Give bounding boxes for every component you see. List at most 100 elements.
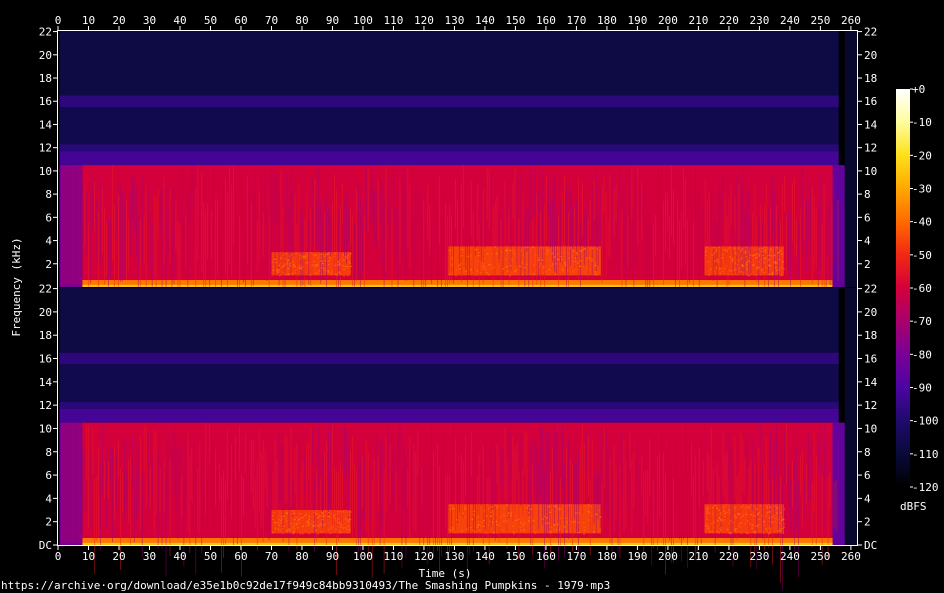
y-tick-label-right: 8 xyxy=(864,188,871,201)
intensity-region xyxy=(59,408,839,423)
y-tick-label-right: 10 xyxy=(864,422,877,435)
x-tick-label-top: 0 xyxy=(55,14,62,27)
x-tick-label-bottom: 160 xyxy=(536,550,556,563)
x-tick-label-bottom: 120 xyxy=(414,550,434,563)
x-tick-label-bottom: 220 xyxy=(719,550,739,563)
intensity-region xyxy=(58,288,60,545)
x-tick-label-top: 250 xyxy=(810,14,830,27)
x-tick-label-top: 170 xyxy=(566,14,586,27)
x-tick-label-bottom: 100 xyxy=(353,550,373,563)
x-tick-label-top: 130 xyxy=(445,14,465,27)
y-tick-label-right: DC xyxy=(864,539,877,552)
channel-2-spectrogram xyxy=(58,288,857,590)
intensity-region xyxy=(59,144,839,152)
y-tick-label-right: 18 xyxy=(864,72,877,85)
y-tick-label-right: 2 xyxy=(864,258,871,271)
y-tick-label-right: 14 xyxy=(864,376,878,389)
y-tick-label-left: 16 xyxy=(39,95,52,108)
x-tick-label-top: 190 xyxy=(627,14,647,27)
x-tick-label-top: 70 xyxy=(265,14,278,27)
colorbar-tick-label: -50 xyxy=(912,249,932,262)
x-tick-label-top: 240 xyxy=(780,14,800,27)
x-tick-label-bottom: 230 xyxy=(749,550,769,563)
intensity-region xyxy=(59,364,839,402)
x-tick-label-bottom: 250 xyxy=(810,550,830,563)
y-tick-label-left: 14 xyxy=(39,118,53,131)
x-tick-label-top: 90 xyxy=(326,14,339,27)
y-tick-label-right: 8 xyxy=(864,446,871,459)
x-tick-label-bottom: 210 xyxy=(688,550,708,563)
x-tick-label-bottom: 60 xyxy=(234,550,247,563)
x-tick-label-bottom: 140 xyxy=(475,550,495,563)
x-tick-label-bottom: 150 xyxy=(506,550,526,563)
y-tick-label-right: 20 xyxy=(864,306,877,319)
spectrogram-figure: 0 0 10 10 20 20 30 30 40 40 50 50 60 60 70 70 80 80 90 90 10… xyxy=(10,14,939,590)
y-tick-label-right: 16 xyxy=(864,95,877,108)
x-tick-label-bottom: 190 xyxy=(627,550,647,563)
x-tick-label-top: 220 xyxy=(719,14,739,27)
y-tick-label-right: 16 xyxy=(864,353,877,366)
x-tick-label-bottom: 260 xyxy=(841,550,861,563)
colorbar-tick-label: -120 xyxy=(912,481,939,494)
x-tick-label-top: 50 xyxy=(204,14,217,27)
x-tick-label-bottom: 90 xyxy=(326,550,339,563)
y-tick-label-left: 18 xyxy=(39,329,52,342)
x-tick-label-top: 40 xyxy=(173,14,186,27)
y-tick-label-right: 22 xyxy=(864,283,877,296)
x-tick-label-bottom: 10 xyxy=(82,550,95,563)
y-tick-label-left: 18 xyxy=(39,72,52,85)
x-tick-label-top: 260 xyxy=(841,14,861,27)
y-tick-label-left: 10 xyxy=(39,165,52,178)
x-tick-label-top: 120 xyxy=(414,14,434,27)
x-tick-label-bottom: 50 xyxy=(204,550,217,563)
colorbar-tick-label: -80 xyxy=(912,348,932,361)
x-tick-label-bottom: 180 xyxy=(597,550,617,563)
y-tick-label-left: 6 xyxy=(45,211,52,224)
x-tick-label-top: 30 xyxy=(143,14,156,27)
y-tick-label-left: 2 xyxy=(45,516,52,529)
x-tick-label-top: 150 xyxy=(506,14,526,27)
y-tick-label-left: 6 xyxy=(45,469,52,482)
y-tick-label-left: 4 xyxy=(45,235,52,248)
y-tick-label-left: 8 xyxy=(45,446,52,459)
x-tick-label-bottom: 40 xyxy=(173,550,186,563)
y-tick-label-left: 20 xyxy=(39,306,52,319)
colorbar-tick-label: -10 xyxy=(912,116,932,129)
x-tick-label-top: 230 xyxy=(749,14,769,27)
y-tick-label-right: 2 xyxy=(864,516,871,529)
colorbar-tick-label: -40 xyxy=(912,216,932,229)
y-tick-label-left: 12 xyxy=(39,142,52,155)
y-tick-label-left: 10 xyxy=(39,422,52,435)
y-axis-label: Frequency (kHz) xyxy=(10,237,23,336)
colorbar-tick-label: -20 xyxy=(912,149,932,162)
y-tick-label-right: 4 xyxy=(864,235,871,248)
x-tick-label-bottom: 240 xyxy=(780,550,800,563)
intensity-region xyxy=(59,288,839,353)
x-tick-label-bottom: 110 xyxy=(384,550,404,563)
colorbar-tick-label: -30 xyxy=(912,183,932,196)
x-tick-label-top: 20 xyxy=(112,14,125,27)
y-tick-label-left: 14 xyxy=(39,376,53,389)
x-tick-label-top: 200 xyxy=(658,14,678,27)
y-tick-label-right: 20 xyxy=(864,49,877,62)
y-tick-label-left: 2 xyxy=(45,258,52,271)
x-tick-label-bottom: 130 xyxy=(445,550,465,563)
x-tick-label-top: 180 xyxy=(597,14,617,27)
x-tick-label-bottom: 30 xyxy=(143,550,156,563)
intensity-region xyxy=(59,31,839,96)
intensity-region xyxy=(59,107,839,145)
y-tick-label-left: 4 xyxy=(45,492,52,505)
y-tick-label-right: 6 xyxy=(864,211,871,224)
y-tick-label-right: 12 xyxy=(864,142,877,155)
y-tick-label-right: 12 xyxy=(864,399,877,412)
spectrogram-channels xyxy=(58,31,857,590)
x-tick-label-bottom: 80 xyxy=(295,550,308,563)
x-tick-label-top: 10 xyxy=(82,14,95,27)
source-url: https://archive·org/download/e35e1b0c92d… xyxy=(1,579,611,592)
intensity-region xyxy=(59,401,839,409)
y-tick-label-right: 4 xyxy=(864,492,871,505)
colorbar-tick-label: -60 xyxy=(912,282,932,295)
colorbar-gradient xyxy=(896,89,910,487)
colorbar-tick-label: -70 xyxy=(912,315,932,328)
y-tick-label-right: 14 xyxy=(864,118,878,131)
